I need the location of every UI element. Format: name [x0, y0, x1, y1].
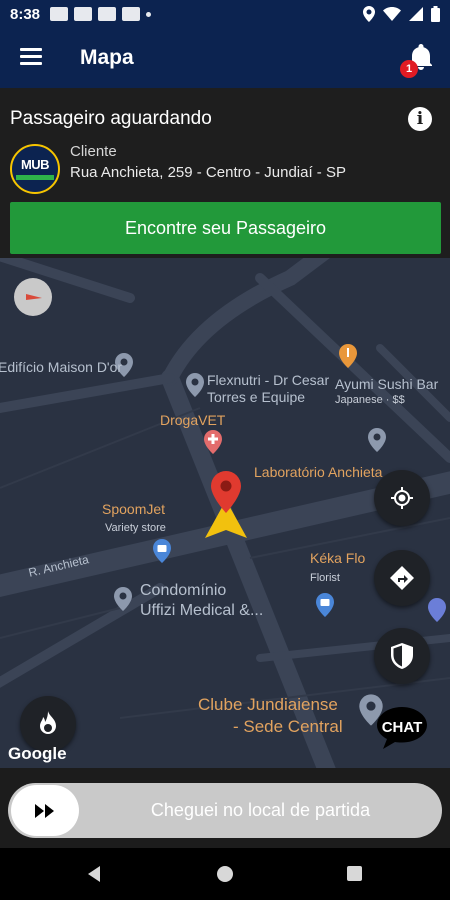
poi-keka-category: Florist	[310, 572, 340, 584]
poi-ayumi[interactable]: Ayumi Sushi Bar	[335, 376, 438, 393]
fast-forward-icon	[35, 803, 54, 818]
poi-condominio[interactable]: Condomínio	[140, 581, 226, 601]
pharmacy-pin-icon	[204, 430, 222, 454]
google-attribution: Google	[8, 744, 67, 763]
info-icon[interactable]: i	[408, 107, 432, 131]
home-icon[interactable]	[217, 866, 233, 882]
chat-label: CHAT	[381, 719, 423, 736]
my-location-button[interactable]	[374, 470, 430, 526]
directions-icon	[390, 566, 414, 590]
directions-button[interactable]	[374, 550, 430, 606]
page-title: Mapa	[80, 46, 134, 69]
status-bar: 8:38	[0, 0, 450, 30]
poi-spoomjet[interactable]: SpoomJet	[102, 501, 165, 518]
notification-icons	[50, 7, 151, 21]
poi-pin-icon	[114, 587, 132, 611]
map-view[interactable]: Edifício Maison D'or Flexnutri - Dr Cesa…	[0, 258, 450, 768]
back-icon[interactable]	[88, 866, 100, 882]
notification-icon	[74, 7, 92, 21]
more-notifications-icon	[146, 12, 151, 17]
notification-badge: 1	[400, 60, 418, 78]
shield-icon	[391, 643, 413, 669]
shopping-pin-icon	[316, 593, 334, 617]
poi-drogavet[interactable]: DrogaVET	[160, 412, 225, 429]
signal-icon	[409, 7, 423, 21]
poi-spoomjet-category: Variety store	[105, 522, 166, 534]
client-label: Cliente	[70, 143, 117, 160]
logo-text: MUB	[20, 157, 50, 172]
recent-apps-icon[interactable]	[347, 866, 362, 881]
restaurant-pin-icon	[339, 344, 357, 368]
poi-ayumi-category: Japanese · $$	[335, 394, 405, 406]
poi-flexnutri-line2: Torres e Equipe	[207, 389, 306, 405]
notification-icon	[98, 7, 116, 21]
menu-icon[interactable]	[20, 48, 42, 66]
pickup-address: Rua Anchieta, 259 - Centro - Jundiaí - S…	[70, 164, 346, 181]
passenger-location-pin-icon[interactable]	[210, 471, 242, 513]
app-bar: Mapa 1	[0, 30, 450, 88]
notification-icon	[122, 7, 140, 21]
poi-keka[interactable]: Kéka Flo	[310, 550, 365, 567]
client-logo: MUB	[10, 144, 60, 194]
slider-label: Cheguei no local de partida	[150, 800, 371, 820]
arrival-slider[interactable]: Cheguei no local de partida	[8, 783, 442, 838]
panel-title: Passageiro aguardando	[10, 108, 212, 129]
flame-icon	[40, 711, 56, 734]
compass-button[interactable]	[14, 278, 52, 316]
shopping-pin-icon	[153, 539, 171, 563]
crosshair-icon	[391, 487, 413, 509]
poi-clube-line2: - Sede Central	[233, 717, 343, 736]
poi-clube[interactable]: Clube Jundiaiense	[198, 694, 338, 715]
system-icons	[363, 6, 440, 22]
store-pin-icon	[428, 598, 446, 622]
wifi-icon	[383, 7, 401, 21]
passenger-panel: Passageiro aguardando i MUB Cliente Rua …	[0, 88, 450, 258]
poi-pin-icon	[186, 373, 204, 397]
notifications-button[interactable]: 1	[400, 44, 434, 78]
battery-icon	[431, 6, 440, 22]
poi-laboratorio[interactable]: Laboratório Anchieta	[254, 464, 382, 481]
status-time: 8:38	[10, 6, 41, 23]
poi-condominio-line2: Uffizi Medical &...	[140, 602, 264, 619]
system-navigation-bar	[0, 848, 450, 900]
notification-icon	[50, 7, 68, 21]
poi-flexnutri[interactable]: Flexnutri - Dr Cesar	[207, 372, 329, 389]
poi-maison[interactable]: Edifício Maison D'or	[0, 359, 122, 376]
logo-stripe	[16, 175, 54, 180]
compass-icon	[26, 294, 42, 300]
chat-button[interactable]: CHAT	[375, 707, 429, 749]
poi-pin-icon	[368, 428, 386, 452]
location-icon	[363, 6, 375, 22]
slider-handle[interactable]	[11, 785, 79, 836]
bottom-panel: Cheguei no local de partida	[0, 768, 450, 848]
security-button[interactable]	[374, 628, 430, 684]
find-passenger-button[interactable]: Encontre seu Passageiro	[10, 202, 441, 254]
